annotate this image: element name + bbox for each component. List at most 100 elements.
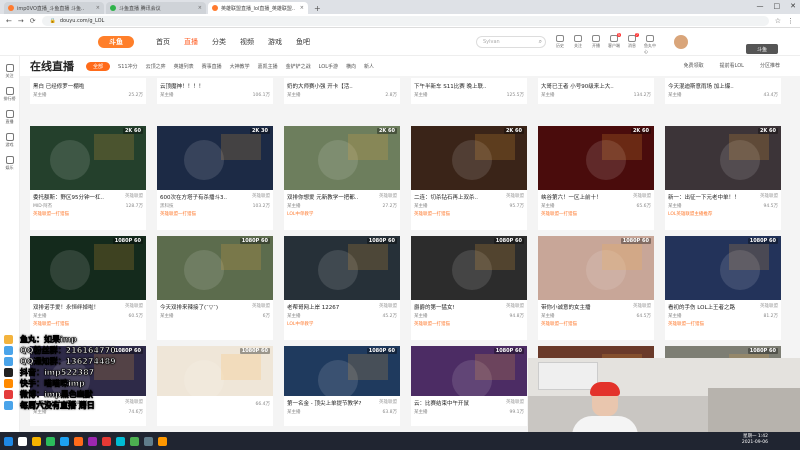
stream-card-top[interactable]: 奶的大师赛小强 开卡【活.. 某主播 2.8万 <box>284 78 400 104</box>
maximize-button[interactable]: □ <box>774 2 781 10</box>
stream-thumbnail[interactable]: 2K 60 <box>411 126 527 190</box>
stream-card[interactable]: 1080P 60 云：比赛结束中午开鼠 英雄联盟 某主播 99.1万 <box>411 346 527 426</box>
filter-chip[interactable]: LOL手游 <box>319 63 338 70</box>
stream-thumbnail[interactable]: 1080P 60 <box>284 346 400 396</box>
header-icon-2[interactable]: 开播 <box>590 35 602 55</box>
close-tab-icon[interactable]: × <box>96 5 100 11</box>
filter-chip[interactable]: 云顶之弈 <box>146 63 166 70</box>
nav-item[interactable]: 鱼吧 <box>296 37 310 47</box>
stream-card-top[interactable]: 云顶魔神！！！！ 某主播 106.1万 <box>157 78 273 104</box>
sidebar-item[interactable]: 排行榜 <box>0 87 19 102</box>
stream-card[interactable]: 2K 60 二连：切杀钻石再上双杀.. 英雄联盟 某主播 95.7万 英雄联盟一打猎猫 <box>411 126 527 230</box>
filter-right-link[interactable]: 分区推荐 <box>760 62 780 69</box>
extensions-icon[interactable]: ⋮ <box>787 17 794 25</box>
taskbar-app-icon[interactable] <box>32 436 41 446</box>
stream-thumbnail[interactable]: 1080P 60 <box>665 236 781 300</box>
stream-card-top[interactable]: 黑白 已经修罗一棚啦 某主播 25.2万 <box>30 78 146 104</box>
stream-card[interactable]: 2K 60 双排你想爱 元新教学一把都.. 英雄联盟 某主播 27.2万 LOL中单教学 <box>284 126 400 230</box>
filter-chip[interactable]: 横向 <box>346 63 356 70</box>
taskbar-app-icon[interactable] <box>116 436 125 446</box>
nav-item[interactable]: 直播 <box>184 37 198 47</box>
header-icon-0[interactable]: 历史 <box>554 35 566 55</box>
header-icon-5[interactable]: 鱼丸中心 <box>644 35 656 55</box>
stream-card[interactable]: 1080P 60 今天双排来辣接了(¯▽¯) 英雄联盟 某主播 6万 <box>157 236 273 340</box>
stream-card-top[interactable]: 今天混迪斯意雨场 加上爆.. 某主播 43.4万 <box>665 78 781 104</box>
stream-thumbnail[interactable]: 1080P 60 <box>411 346 527 396</box>
minimize-button[interactable]: — <box>757 2 764 10</box>
filter-chip[interactable]: 嘉凯主播 <box>258 63 278 70</box>
reload-icon[interactable]: ⟳ <box>30 17 36 25</box>
stream-tag[interactable]: 英雄联盟一打猎猫 <box>538 209 654 217</box>
stream-card[interactable]: 1080P 60 双排诺手爱！永恒绊掉啦！ 英雄联盟 某主播 60.5万 英雄联盟一打猎猫 <box>30 236 146 340</box>
filter-chip[interactable]: 新人 <box>364 63 374 70</box>
stream-thumbnail[interactable]: 1080P 60 <box>284 236 400 300</box>
search-icon[interactable]: ⌕ <box>539 38 542 46</box>
stream-thumbnail[interactable]: 1080P 60 <box>30 236 146 300</box>
stream-tag[interactable]: 英雄联盟一打猎猫 <box>538 319 654 327</box>
stream-tag[interactable]: 英雄联盟一打猎猫 <box>665 319 781 327</box>
stream-thumbnail[interactable]: 2K 60 <box>538 126 654 190</box>
close-window-button[interactable]: ✕ <box>790 2 796 10</box>
taskbar-app-icon[interactable] <box>60 436 69 446</box>
stream-thumbnail[interactable]: 1080P 60 <box>157 236 273 300</box>
taskbar-app-icon[interactable] <box>4 436 13 446</box>
stream-thumbnail[interactable]: 1080P 60 <box>157 346 273 396</box>
user-avatar[interactable] <box>674 35 688 49</box>
stream-card-top[interactable]: 下午半新车 S11比赛 晚上联.. 某主播 125.5万 <box>411 78 527 104</box>
filter-chip[interactable]: 英雄列表 <box>174 63 194 70</box>
stream-tag[interactable]: LOL中单教学 <box>284 209 400 217</box>
taskbar-app-icon[interactable] <box>130 436 139 446</box>
header-icon-1[interactable]: 关注 <box>572 35 584 55</box>
url-field[interactable]: 🔒 douyu.com/g_LOL <box>41 15 769 26</box>
stream-tag[interactable]: 英雄联盟一打猎猫 <box>30 209 146 217</box>
search-input[interactable]: Sylvan ⌕ <box>476 36 546 48</box>
header-icon-4[interactable]: 7 消息 <box>626 33 639 55</box>
browser-tab[interactable]: 斗鱼直播 腾讯会议 × <box>106 2 206 14</box>
browser-tab[interactable]: imp0VO直播_斗鱼直播 斗鱼.. × <box>4 2 104 14</box>
stream-tag[interactable]: LOL中单教学 <box>284 319 400 327</box>
stream-card[interactable]: 2K 30 600次在方塔子有杀播斗3.. 英雄联盟 黑科技 103.2万 英雄联盟一打猎… <box>157 126 273 230</box>
nav-item[interactable]: 首页 <box>156 37 170 47</box>
stream-tag[interactable]: 英雄联盟一打猎猫 <box>411 209 527 217</box>
stream-card[interactable]: 2K 60 委托额斯：野区95分钟一杠.. 英雄联盟 MID·阿杰 128.7万 英雄联盟… <box>30 126 146 230</box>
stream-card[interactable]: 1080P 60 爵爵的第一猛女! 英雄联盟 某主播 94.8万 英雄联盟一打猎猫 <box>411 236 527 340</box>
forward-arrow-icon[interactable]: → <box>18 17 24 25</box>
stream-tag[interactable]: 英雄联盟一打猎猫 <box>411 319 527 327</box>
taskbar-app-icon[interactable] <box>158 436 167 446</box>
stream-thumbnail[interactable]: 2K 60 <box>30 126 146 190</box>
stream-thumbnail[interactable]: 2K 30 <box>157 126 273 190</box>
header-icon-3[interactable]: 5 客户端 <box>608 33 621 55</box>
nav-item[interactable]: 视频 <box>240 37 254 47</box>
back-arrow-icon[interactable]: ← <box>6 17 12 25</box>
stream-thumbnail[interactable]: 2K 60 <box>284 126 400 190</box>
filter-chip[interactable]: S11冲分 <box>118 63 138 70</box>
stream-tag[interactable]: 英雄联盟一打猎猫 <box>157 209 273 217</box>
bookmark-star-icon[interactable]: ☆ <box>775 17 781 25</box>
taskbar-app-icon[interactable] <box>102 436 111 446</box>
filter-all-button[interactable]: 全部 <box>86 61 111 71</box>
stream-card[interactable]: 1080P 60 看初的手伤 LOL上王者之路 英雄联盟 某主播 81.2万 英雄联盟一打… <box>665 236 781 340</box>
sidebar-item[interactable]: 游戏 <box>0 133 19 148</box>
stream-card[interactable]: 1080P 60 66.4万 <box>157 346 273 426</box>
filter-chip[interactable]: 金铲铲之战 <box>286 63 311 70</box>
stream-card[interactable]: 1080P 60 带你小诚意的女主播 英雄联盟 某主播 64.5万 英雄联盟一打猎猫 <box>538 236 654 340</box>
taskbar-app-icon[interactable] <box>88 436 97 446</box>
browser-tab[interactable]: 英雄联盟直播_lol直播_英雄联盟.. × <box>208 2 308 14</box>
stream-card[interactable]: 1080P 60 老帮哥网上岸 12267 英雄联盟 某主播 45.2万 LOL中单教学 <box>284 236 400 340</box>
filter-chip[interactable]: 大神教学 <box>230 63 250 70</box>
filter-right-link[interactable]: 免费领取 <box>684 62 704 69</box>
close-tab-icon[interactable]: × <box>300 5 304 11</box>
stream-thumbnail[interactable]: 2K 60 <box>665 126 781 190</box>
douyu-logo[interactable]: 斗鱼 <box>98 36 134 48</box>
close-tab-icon[interactable]: × <box>198 5 202 11</box>
filter-right-link[interactable]: 提前看LOL <box>720 62 744 69</box>
stream-tag[interactable]: 英雄联盟一打猎猫 <box>30 319 146 327</box>
stream-thumbnail[interactable]: 1080P 60 <box>538 236 654 300</box>
stream-tag[interactable]: LOL英雄联盟主播推荐 <box>665 209 781 217</box>
nav-item[interactable]: 分类 <box>212 37 226 47</box>
nav-item[interactable]: 游戏 <box>268 37 282 47</box>
stream-card[interactable]: 2K 60 新一：出征一下元老中单！！ 英雄联盟 某主播 94.5万 LOL英雄联盟主播推… <box>665 126 781 230</box>
stream-card[interactable]: 2K 60 峡谷第六！一区上前十！ 英雄联盟 某主播 65.6万 英雄联盟一打猎猫 <box>538 126 654 230</box>
sidebar-item[interactable]: 关注 <box>0 64 19 79</box>
taskbar-app-icon[interactable] <box>144 436 153 446</box>
